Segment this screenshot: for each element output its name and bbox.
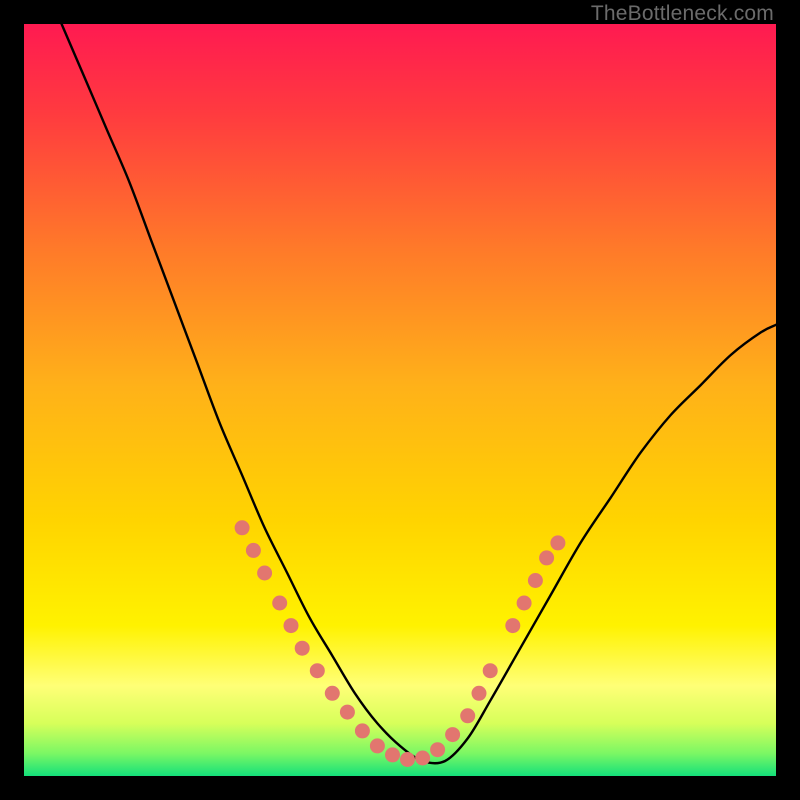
data-dot — [528, 573, 543, 588]
data-dot — [310, 663, 325, 678]
data-dot — [505, 618, 520, 633]
data-dot — [272, 596, 287, 611]
watermark-text: TheBottleneck.com — [591, 2, 774, 26]
data-dot — [325, 686, 340, 701]
data-dot — [539, 550, 554, 565]
data-dot — [472, 686, 487, 701]
chart-svg — [24, 24, 776, 776]
data-dot — [246, 543, 261, 558]
data-dot — [385, 747, 400, 762]
data-dot — [257, 566, 272, 581]
data-dot — [445, 727, 460, 742]
data-dot — [430, 742, 445, 757]
data-dot — [517, 596, 532, 611]
gradient-background — [24, 24, 776, 776]
data-dot — [355, 723, 370, 738]
data-dot — [370, 738, 385, 753]
data-dot — [483, 663, 498, 678]
data-dot — [460, 708, 475, 723]
data-dot — [340, 705, 355, 720]
data-dot — [284, 618, 299, 633]
chart-frame — [24, 24, 776, 776]
data-dot — [400, 752, 415, 767]
data-dot — [295, 641, 310, 656]
data-dot — [415, 751, 430, 766]
data-dot — [550, 535, 565, 550]
data-dot — [235, 520, 250, 535]
